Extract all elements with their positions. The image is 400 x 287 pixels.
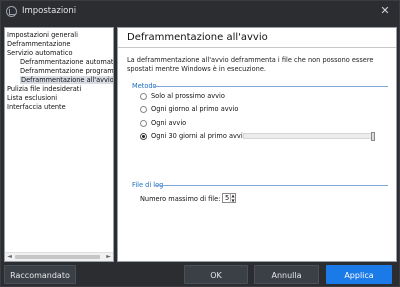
radio-label: Solo al prossimo avvio [151,92,225,100]
stepper-arrows[interactable]: ▲ ▼ [230,193,235,204]
radio-circle[interactable] [140,120,147,127]
page-description: La deframmentazione all'avvio deframment… [127,56,374,73]
method-group-title: Metodo [132,82,157,90]
sidebar-item-label: Interfaccia utente [7,103,66,111]
app-logo-icon [6,6,17,17]
cancel-button[interactable]: Annulla [254,265,319,284]
slider-track[interactable] [243,133,373,139]
apply-button[interactable]: Applica [326,265,392,284]
radio-circle[interactable] [140,106,147,113]
sidebar-item-label: Deframmentazione [7,40,71,48]
stepper-down-icon[interactable]: ▼ [231,198,235,204]
title-divider [118,47,396,48]
sidebar-item-lista-esclusioni[interactable]: Lista esclusioni [5,94,113,103]
sidebar-item-label: Lista esclusioni [7,94,58,102]
sidebar-item-label: Deframmentazione automatic [20,58,114,66]
sidebar-item-deframmentazione[interactable]: Deframmentazione [5,40,113,49]
radio-circle[interactable] [140,93,147,100]
radio-label: Ogni 30 giorni al primo avvio [151,132,247,140]
sidebar-item-deframmentazione-automatica[interactable]: Deframmentazione automatic [5,58,114,67]
sidebar-item-deframmentazione-programmata[interactable]: Deframmentazione programm [5,67,114,76]
radio-label: Ogni avvio [151,119,187,127]
horizontal-scrollbar[interactable]: ◄ ► [5,252,113,261]
max-files-value[interactable]: 5 [225,194,229,203]
sidebar-item-label: Deframmentazione all'avvio [20,76,114,84]
scroll-left-icon[interactable]: ◄ [5,253,14,261]
log-group-divider [154,185,388,186]
sidebar-item-interfaccia-utente[interactable]: Interfaccia utente [5,103,113,112]
max-files-stepper[interactable]: 5 ▲ ▼ [222,193,236,203]
sidebar-item-label: Deframmentazione programm [20,67,114,75]
page-title: Deframmentazione all'avvio [127,32,268,43]
scrollbar-thumb[interactable] [15,255,100,259]
sidebar-item-servizio-automatico[interactable]: Servizio automatico [5,49,113,58]
settings-navigation-tree: Impostazioni generali Deframmentazione S… [4,27,114,262]
window-title: Impostazioni [22,6,77,16]
sidebar-item-label: Pulizia file indesiderati [7,85,82,93]
title-bar[interactable]: Impostazioni ✕ [1,1,399,22]
method-group-divider [154,86,388,87]
radio-label: Ogni giorno al primo avvio [151,105,239,113]
settings-window: Impostazioni ✕ Impostazioni generali Def… [0,0,400,287]
sidebar-item-deframmentazione-all-avvio[interactable]: Deframmentazione all'avvio [5,76,114,85]
slider-thumb[interactable] [371,132,375,141]
sidebar-item-impostazioni-generali[interactable]: Impostazioni generali [5,31,113,40]
scroll-right-icon[interactable]: ► [104,253,113,261]
tree-list: Impostazioni generali Deframmentazione S… [5,31,114,112]
sidebar-item-label: Impostazioni generali [7,31,78,39]
sidebar-item-label: Servizio automatico [7,49,73,57]
ok-button[interactable]: OK [184,265,248,284]
close-icon[interactable]: ✕ [379,4,391,17]
settings-panel: Deframmentazione all'avvio La deframment… [117,27,397,262]
days-interval-slider[interactable] [243,132,378,141]
recommended-button[interactable]: Raccomandato [4,265,76,284]
max-files-label: Numero massimo di file: [140,195,221,203]
radio-circle-checked[interactable] [140,133,147,140]
sidebar-item-pulizia-file-indesiderati[interactable]: Pulizia file indesiderati [5,85,113,94]
